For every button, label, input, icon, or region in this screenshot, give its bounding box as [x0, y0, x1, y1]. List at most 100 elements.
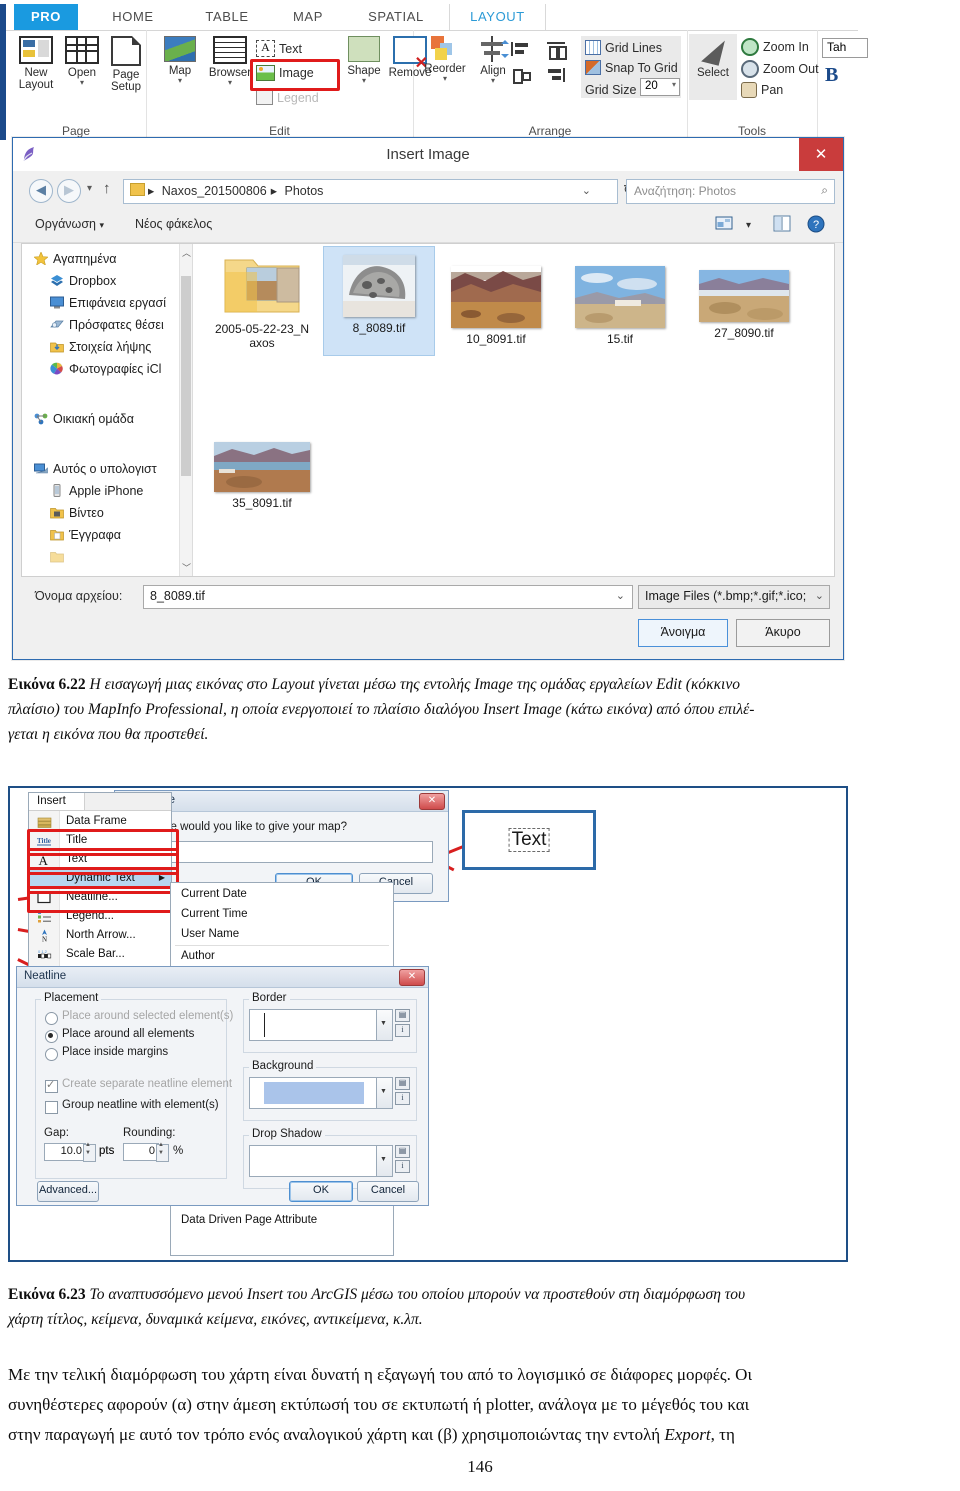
preview-pane-icon[interactable]	[773, 215, 791, 237]
scrollbar-thumb[interactable]	[181, 276, 191, 476]
filetype-caret-icon[interactable]: ⌄	[812, 589, 824, 602]
align-right-icon[interactable]	[547, 68, 565, 82]
submenu-item[interactable]: Current Date	[171, 885, 393, 905]
background-combo[interactable]	[249, 1077, 393, 1109]
filetype-select[interactable]: Image Files (*.bmp;*.gif;*.ico; ⌄	[638, 585, 830, 609]
tab-spatial[interactable]: SPATIAL	[346, 4, 446, 30]
list-item[interactable]: 15.tif	[565, 258, 675, 354]
select-button[interactable]: Select	[687, 36, 739, 79]
tree-item-icloud-photos[interactable]: Φωτογραφίες iCl	[50, 362, 161, 376]
tab-home[interactable]: HOME	[88, 4, 178, 30]
tree-item-partial[interactable]	[50, 550, 69, 564]
search-box[interactable]: Αναζήτηση: Photos ⌕	[626, 179, 835, 204]
grid-size-input[interactable]: 20 ▾	[640, 78, 680, 96]
background-properties-button[interactable]: ▤	[395, 1077, 410, 1090]
list-item[interactable]: 2005-05-22-23_N axos	[207, 246, 317, 354]
gap-input[interactable]: 10.0	[44, 1142, 96, 1162]
address-dropdown-icon[interactable]: ⌄	[582, 184, 591, 197]
font-name-input[interactable]: Tah	[822, 38, 868, 58]
help-icon[interactable]: ?	[807, 215, 825, 238]
tab-table[interactable]: TABLE	[182, 4, 272, 30]
recent-locations-caret-icon[interactable]: ▾	[87, 183, 92, 194]
grid-size-caret-icon[interactable]: ▾	[672, 80, 676, 89]
submenu-item[interactable]: Author	[171, 947, 393, 967]
rounding-input[interactable]: 0	[123, 1142, 169, 1162]
radio-place-inside-margins[interactable]	[45, 1048, 58, 1061]
radio-place-around-all[interactable]	[45, 1030, 58, 1043]
tree-item-documents[interactable]: Έγγραφα	[50, 528, 121, 542]
close-icon[interactable]: ✕	[419, 793, 445, 810]
checkbox-group-neatline[interactable]	[45, 1101, 58, 1114]
cancel-button[interactable]: Άκυρο	[736, 619, 830, 647]
submenu-item[interactable]: Data Driven Page Attribute	[171, 1211, 393, 1231]
text-tool-button[interactable]: A Text	[256, 40, 302, 57]
up-button[interactable]: ↑	[103, 180, 111, 197]
tab-map[interactable]: MAP	[268, 4, 348, 30]
tab-layout[interactable]: LAYOUT	[449, 4, 546, 30]
view-mode-icon[interactable]	[715, 215, 733, 236]
map-caret-icon[interactable]: ▾	[152, 77, 208, 85]
submenu-item[interactable]: User Name	[171, 925, 393, 945]
chevron-down-icon[interactable]	[376, 1078, 392, 1108]
zoom-out-button[interactable]: Zoom Out	[741, 60, 819, 78]
ok-button[interactable]: OK	[289, 1181, 353, 1202]
dropshadow-info-button[interactable]: i	[395, 1160, 410, 1173]
view-mode-caret-icon[interactable]: ▾	[746, 220, 751, 231]
menu-item-scale-bar[interactable]: 0 1 2 Scale Bar...	[29, 945, 171, 964]
close-icon[interactable]: ✕	[399, 969, 425, 986]
border-info-button[interactable]: i	[395, 1024, 410, 1037]
zoom-in-button[interactable]: Zoom In	[741, 38, 809, 56]
grid-lines-button[interactable]: Grid Lines	[585, 40, 662, 56]
tree-item-favorites[interactable]: Αγαπημένα	[33, 251, 116, 266]
dropshadow-combo[interactable]	[249, 1145, 393, 1177]
border-combo[interactable]	[249, 1009, 393, 1041]
tree-item-homegroup[interactable]: Οικιακή ομάδα	[34, 412, 134, 426]
list-item[interactable]: 8_8089.tif	[323, 246, 435, 356]
tab-pro[interactable]: PRO	[14, 4, 78, 30]
chevron-down-icon[interactable]	[376, 1146, 392, 1176]
tree-item-apple-iphone[interactable]: Apple iPhone	[50, 484, 143, 498]
checkbox-create-separate[interactable]	[45, 1078, 58, 1093]
gap-stepper-icon[interactable]	[83, 1142, 96, 1162]
close-icon[interactable]: ✕	[799, 138, 843, 171]
radio-place-around-selected[interactable]	[45, 1012, 58, 1025]
menu-item-north-arrow[interactable]: N North Arrow...	[29, 926, 171, 945]
pan-button[interactable]: Pan	[741, 82, 783, 98]
scroll-up-icon[interactable]: ︿	[182, 246, 191, 259]
filename-caret-icon[interactable]: ⌄	[616, 589, 625, 602]
rounding-stepper-icon[interactable]	[156, 1142, 169, 1162]
snap-to-grid-button[interactable]: Snap To Grid	[585, 60, 678, 76]
forward-button[interactable]: ▶	[57, 179, 81, 203]
tree-item-this-pc[interactable]: Αυτός ο υπολογιστ	[34, 462, 157, 476]
back-button[interactable]: ◀	[29, 179, 53, 203]
align-left-icon[interactable]	[511, 42, 529, 56]
border-properties-button[interactable]: ▤	[395, 1009, 410, 1022]
tree-item-recent-places[interactable]: Πρόσφατες θέσει	[50, 318, 164, 332]
map-button[interactable]: Map ▾	[152, 36, 208, 85]
align-center-h-icon[interactable]	[511, 68, 531, 84]
tree-scrollbar[interactable]: ︿ ﹀	[179, 244, 192, 576]
list-item[interactable]: 35_8091.tif	[207, 434, 317, 530]
background-info-button[interactable]: i	[395, 1092, 410, 1105]
align-top-icon[interactable]	[547, 42, 567, 60]
tree-item-desktop[interactable]: Επιφάνεια εργασί	[50, 296, 166, 310]
list-item[interactable]: 27_8090.tif	[689, 262, 799, 354]
organize-button[interactable]: Οργάνωση ▾	[35, 217, 104, 231]
open-button[interactable]: Άνοιγμα	[638, 619, 728, 647]
submenu-item[interactable]: Current Time	[171, 905, 393, 925]
path-part-1[interactable]: Photos	[284, 184, 323, 198]
list-item[interactable]: 10_8091.tif	[441, 258, 551, 354]
chevron-down-icon[interactable]	[376, 1010, 392, 1040]
scroll-down-icon[interactable]: ﹀	[182, 561, 191, 574]
filename-input[interactable]: 8_8089.tif ⌄	[143, 585, 633, 609]
tree-item-videos[interactable]: Βίντεο	[50, 506, 104, 520]
tree-item-downloads[interactable]: Στοιχεία λήψης	[50, 340, 151, 354]
cancel-button[interactable]: Cancel	[357, 1181, 419, 1202]
address-bar[interactable]: ▸ Naxos_201500806 ▸ Photos ⌄	[123, 179, 618, 204]
dropshadow-properties-button[interactable]: ▤	[395, 1145, 410, 1158]
tree-item-dropbox[interactable]: Dropbox	[50, 274, 116, 288]
advanced-button[interactable]: Advanced...	[37, 1181, 99, 1202]
new-folder-button[interactable]: Νέος φάκελος	[135, 217, 212, 231]
bold-button[interactable]: B	[825, 64, 838, 87]
path-part-0[interactable]: Naxos_201500806	[162, 184, 267, 198]
